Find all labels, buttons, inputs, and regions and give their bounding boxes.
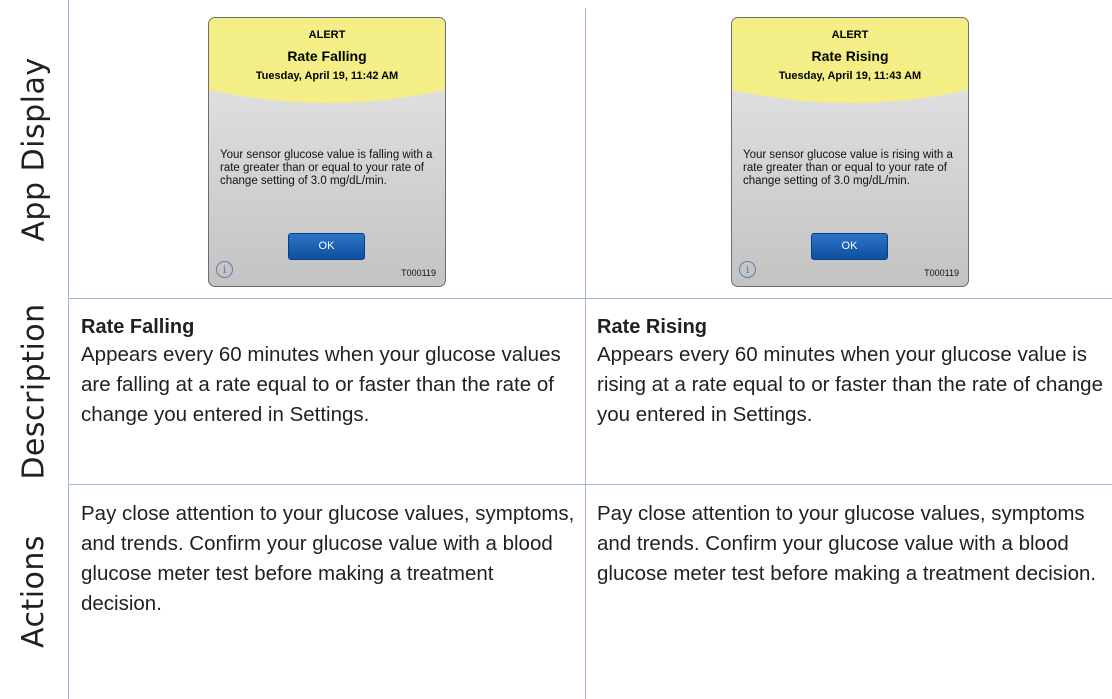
alert-date: Tuesday, April 19, 11:43 AM <box>778 70 922 82</box>
alert-date: Tuesday, April 19, 11:42 AM <box>255 70 399 82</box>
alert-label: ALERT <box>308 29 346 41</box>
row-divider-top <box>68 298 1112 299</box>
alert-message: Your sensor glucose value is rising with… <box>743 149 953 187</box>
info-icon[interactable]: i <box>216 261 233 278</box>
description-cell-rising: Rate Rising Appears every 60 minutes whe… <box>597 314 1105 430</box>
row-label-description: Description <box>0 298 68 484</box>
alert-screen-rate-rising: ALERT Rate Rising Tuesday, April 19, 11:… <box>731 17 969 287</box>
alert-message: Your sensor glucose value is falling wit… <box>220 149 433 187</box>
description-title: Rate Rising <box>597 316 708 338</box>
alert-label: ALERT <box>831 29 869 41</box>
actions-cell-rising: Pay close attention to your glucose valu… <box>597 499 1105 589</box>
screen-code: T000119 <box>924 268 959 278</box>
description-body: Appears every 60 minutes when your gluco… <box>81 343 561 426</box>
alert-screen-rate-falling: ALERT Rate Falling Tuesday, April 19, 11… <box>208 17 446 287</box>
description-body: Appears every 60 minutes when your gluco… <box>597 343 1103 426</box>
actions-body: Pay close attention to your glucose valu… <box>81 502 575 615</box>
left-column-divider <box>68 0 69 699</box>
center-column-divider <box>585 8 586 699</box>
row-label-app-display: App Display <box>0 0 68 298</box>
info-icon[interactable]: i <box>739 261 756 278</box>
alert-title: Rate Rising <box>811 48 889 64</box>
description-cell-falling: Rate Falling Appears every 60 minutes wh… <box>81 314 577 430</box>
alert-header: ALERT Rate Falling Tuesday, April 19, 11… <box>209 18 445 118</box>
row-label-description-text: Description <box>16 302 52 480</box>
actions-body: Pay close attention to your glucose valu… <box>597 502 1097 585</box>
row-label-app-display-text: App Display <box>16 56 52 242</box>
alert-title: Rate Falling <box>287 48 367 64</box>
row-divider-bottom <box>68 484 1112 485</box>
actions-cell-falling: Pay close attention to your glucose valu… <box>81 499 577 619</box>
alert-header: ALERT Rate Rising Tuesday, April 19, 11:… <box>732 18 968 118</box>
ok-button[interactable]: OK <box>811 233 888 260</box>
screen-code: T000119 <box>401 268 436 278</box>
row-label-actions: Actions <box>0 484 68 699</box>
ok-button[interactable]: OK <box>288 233 365 260</box>
row-label-actions-text: Actions <box>16 534 52 649</box>
description-title: Rate Falling <box>81 316 195 338</box>
